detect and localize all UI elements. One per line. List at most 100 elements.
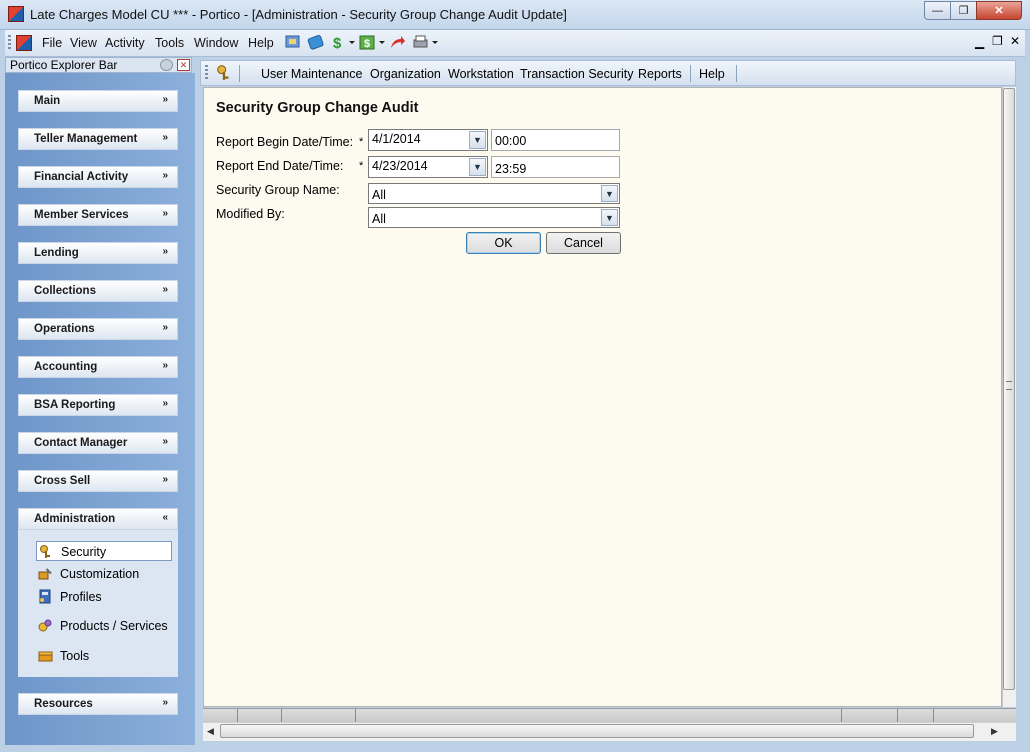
begin-time-input[interactable]: 00:00 bbox=[491, 129, 620, 151]
print-icon[interactable] bbox=[412, 34, 429, 51]
toolbox-icon bbox=[38, 651, 53, 662]
portico-app-icon[interactable] bbox=[8, 6, 24, 22]
menu-tools[interactable]: Tools bbox=[155, 36, 184, 50]
explorer-close-icon[interactable]: ✕ bbox=[177, 59, 190, 71]
member-search-icon[interactable] bbox=[285, 34, 302, 51]
nav-section-operations[interactable]: Operations» bbox=[18, 318, 178, 340]
admin-item-customization[interactable]: Customization bbox=[36, 564, 172, 584]
horizontal-scroll-thumb[interactable] bbox=[220, 724, 974, 738]
scroll-right-icon[interactable]: ▶ bbox=[991, 726, 998, 737]
nav-section-bsa-reporting[interactable]: BSA Reporting» bbox=[18, 394, 178, 416]
menu-workstation[interactable]: Workstation bbox=[448, 67, 514, 81]
security-group-name-select[interactable]: All ▼ bbox=[368, 183, 620, 204]
nav-section-administration[interactable]: Administration « bbox=[18, 508, 178, 530]
chevron-down-icon[interactable]: ▼ bbox=[601, 209, 618, 226]
restore-button[interactable]: ❐ bbox=[950, 1, 977, 20]
restore-icon: ❐ bbox=[958, 5, 969, 17]
end-datetime-label: Report End Date/Time: bbox=[216, 159, 344, 173]
menu-help[interactable]: Help bbox=[699, 67, 725, 81]
toolbar-separator bbox=[239, 65, 240, 82]
vertical-scroll-thumb[interactable] bbox=[1003, 88, 1015, 690]
minimize-button[interactable]: — bbox=[924, 1, 951, 20]
menu-bar: File View Activity Tools Window Help $ $… bbox=[5, 30, 1025, 57]
nav-section-collections[interactable]: Collections» bbox=[18, 280, 178, 302]
card-icon[interactable] bbox=[307, 34, 324, 51]
expand-chevron-icon: » bbox=[162, 697, 168, 708]
app-menu-icon[interactable] bbox=[16, 35, 32, 51]
nav-section-cross-sell[interactable]: Cross Sell» bbox=[18, 470, 178, 492]
explorer-bar-title: Portico Explorer Bar bbox=[10, 58, 118, 72]
pin-icon[interactable] bbox=[160, 59, 173, 71]
end-date-picker[interactable]: 4/23/2014 ▼ bbox=[368, 156, 488, 178]
nav-section-resources[interactable]: Resources» bbox=[18, 693, 178, 715]
menu-activity[interactable]: Activity bbox=[105, 36, 145, 50]
admin-item-tools[interactable]: Tools bbox=[36, 646, 172, 666]
begin-datetime-label: Report Begin Date/Time: bbox=[216, 135, 354, 149]
svg-text:$: $ bbox=[333, 35, 342, 51]
security-keys-icon[interactable] bbox=[216, 64, 233, 81]
toolbar-separator bbox=[690, 65, 691, 82]
nav-section-member-services[interactable]: Member Services» bbox=[18, 204, 178, 226]
end-time-input[interactable]: 23:59 bbox=[491, 156, 620, 178]
nav-section-accounting[interactable]: Accounting» bbox=[18, 356, 178, 378]
menu-view[interactable]: View bbox=[70, 36, 97, 50]
nav-section-lending[interactable]: Lending» bbox=[18, 242, 178, 264]
ok-button[interactable]: OK bbox=[466, 232, 541, 254]
close-button[interactable]: ✕ bbox=[976, 1, 1022, 20]
keys-icon bbox=[40, 545, 50, 558]
close-icon: ✕ bbox=[994, 5, 1004, 17]
expand-chevron-icon: » bbox=[162, 284, 168, 295]
cancel-button[interactable]: Cancel bbox=[546, 232, 621, 254]
menu-reports[interactable]: Reports bbox=[638, 67, 682, 81]
required-marker: * bbox=[359, 136, 364, 148]
expand-chevron-icon: » bbox=[162, 436, 168, 447]
menu-organization[interactable]: Organization bbox=[370, 67, 441, 81]
admin-item-security[interactable]: Security bbox=[36, 541, 172, 561]
menu-user-maintenance[interactable]: User Maintenance bbox=[261, 67, 362, 81]
collapse-chevron-icon: « bbox=[162, 512, 168, 523]
nav-section-financial-activity[interactable]: Financial Activity» bbox=[18, 166, 178, 188]
svg-text:$: $ bbox=[364, 38, 370, 50]
minimize-icon: — bbox=[932, 4, 943, 17]
begin-date-picker[interactable]: 4/1/2014 ▼ bbox=[368, 129, 488, 151]
expand-chevron-icon: » bbox=[162, 360, 168, 371]
window-title: Late Charges Model CU *** - Portico - [A… bbox=[30, 7, 567, 22]
cash-icon[interactable]: $ bbox=[359, 34, 376, 51]
calendar-dropdown-icon[interactable]: ▼ bbox=[469, 131, 486, 149]
nav-section-main[interactable]: Main» bbox=[18, 90, 178, 112]
expand-chevron-icon: » bbox=[162, 322, 168, 333]
print-dropdown-arrow[interactable] bbox=[432, 41, 438, 44]
mdi-minimize-button[interactable]: ▁ bbox=[975, 35, 984, 49]
transfer-arrow-icon[interactable] bbox=[389, 34, 406, 51]
nav-section-contact-manager[interactable]: Contact Manager» bbox=[18, 432, 178, 454]
expand-chevron-icon: » bbox=[162, 398, 168, 409]
dollar-icon[interactable]: $ bbox=[330, 34, 347, 51]
menu-help[interactable]: Help bbox=[248, 36, 274, 50]
mdi-close-button[interactable]: ✕ bbox=[1010, 34, 1020, 48]
menu-file[interactable]: File bbox=[42, 36, 62, 50]
content-area bbox=[203, 87, 1002, 707]
toolbar-grip[interactable] bbox=[8, 35, 11, 51]
admin-item-profiles[interactable]: Profiles bbox=[36, 587, 172, 607]
nav-section-teller-management[interactable]: Teller Management» bbox=[18, 128, 178, 150]
security-toolbar: User Maintenance Organization Workstatio… bbox=[200, 60, 1016, 86]
menu-window[interactable]: Window bbox=[194, 36, 238, 50]
modified-by-label: Modified By: bbox=[216, 207, 285, 221]
grip-lines-icon bbox=[1006, 381, 1012, 390]
expand-chevron-icon: » bbox=[162, 208, 168, 219]
scroll-left-icon[interactable]: ◀ bbox=[207, 726, 214, 737]
menu-transaction-security[interactable]: Transaction Security bbox=[520, 67, 633, 81]
mdi-restore-button[interactable]: ❐ bbox=[992, 34, 1003, 48]
toolbar-grip[interactable] bbox=[205, 65, 208, 81]
calendar-dropdown-icon[interactable]: ▼ bbox=[469, 158, 486, 176]
expand-chevron-icon: » bbox=[162, 94, 168, 105]
cash-dropdown-arrow[interactable] bbox=[379, 41, 385, 44]
admin-item-products-services[interactable]: Products / Services bbox=[36, 616, 172, 636]
form-title: Security Group Change Audit bbox=[216, 100, 419, 116]
expand-chevron-icon: » bbox=[162, 246, 168, 257]
dollar-dropdown-arrow[interactable] bbox=[349, 41, 355, 44]
tools-icon bbox=[38, 568, 52, 580]
modified-by-select[interactable]: All ▼ bbox=[368, 207, 620, 228]
toolbar-separator bbox=[736, 65, 737, 82]
chevron-down-icon[interactable]: ▼ bbox=[601, 185, 618, 202]
